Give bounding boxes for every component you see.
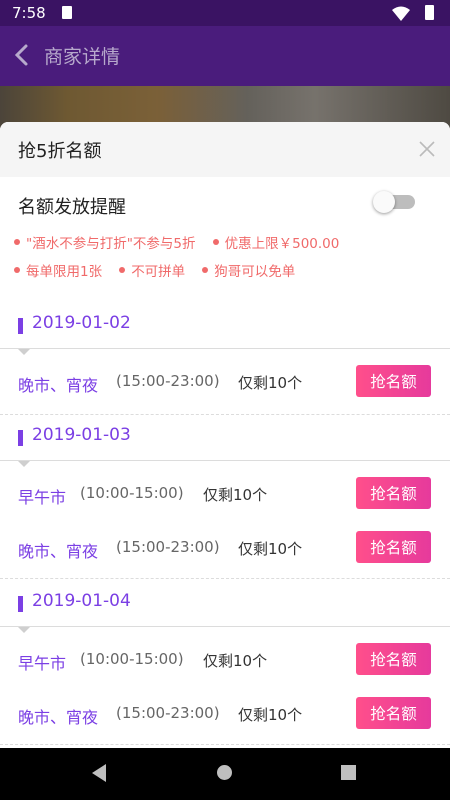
session-name: 晚市、宵夜 [18, 708, 99, 727]
caret-icon [18, 627, 30, 633]
close-icon[interactable] [418, 140, 436, 158]
caret-icon [18, 349, 30, 355]
app-bar: 商家详情 [0, 26, 450, 86]
session-time: (10:00-15:00) [80, 650, 184, 668]
rule-item: "酒水不参与打折"不参与5折 [14, 232, 196, 252]
reminder-row: 名额发放提醒 [0, 177, 450, 233]
date-marker [18, 596, 23, 612]
system-nav-bar [0, 748, 450, 800]
rule-item: 不可拼单 [119, 260, 185, 280]
divider [0, 460, 450, 461]
status-bar: 7:58 [0, 0, 450, 26]
nav-recents-icon[interactable] [341, 765, 356, 780]
back-icon[interactable] [10, 40, 34, 70]
sheet-title: 抢5折名额 [18, 141, 102, 162]
reminder-label: 名额发放提醒 [18, 197, 126, 218]
bullet-icon [14, 239, 20, 245]
rule-item: 每单限用1张 [14, 260, 102, 280]
date-header: 2019-01-02 [0, 308, 450, 348]
remaining-count: 仅剩10个 [238, 374, 303, 392]
grab-quota-button[interactable]: 抢名额 [356, 477, 431, 509]
session-name: 早午市 [18, 654, 67, 673]
divider [0, 348, 450, 349]
grab-quota-button[interactable]: 抢名额 [356, 365, 431, 397]
reminder-toggle[interactable] [373, 191, 415, 213]
date-header: 2019-01-03 [0, 420, 450, 460]
quota-sheet: 抢5折名额 名额发放提醒 "酒水不参与打折"不参与5折 优惠上限￥500.00 … [0, 122, 450, 748]
section-divider [0, 414, 450, 415]
rule-text: 优惠上限￥500.00 [224, 236, 340, 252]
rule-text: 每单限用1张 [26, 264, 103, 280]
section-divider [0, 578, 450, 579]
remaining-count: 仅剩10个 [203, 486, 268, 504]
remaining-count: 仅剩10个 [238, 540, 303, 558]
rules-list: "酒水不参与打折"不参与5折 优惠上限￥500.00 每单限用1张 不可拼单 狗… [14, 232, 444, 288]
session-name: 早午市 [18, 488, 67, 507]
nav-home-icon[interactable] [217, 765, 232, 780]
bullet-icon [119, 267, 126, 273]
day-section: 2019-01-02 晚市、宵夜 (15:00-23:00) 仅剩10个 抢名额 [0, 308, 450, 410]
date-label: 2019-01-03 [32, 425, 131, 445]
grab-quota-button[interactable]: 抢名额 [356, 643, 431, 675]
session-row: 晚市、宵夜 (15:00-23:00) 仅剩10个 抢名额 [0, 356, 450, 410]
session-time: (15:00-23:00) [116, 538, 220, 556]
session-row: 晚市、宵夜 (15:00-23:00) 仅剩10个 抢名额 [0, 688, 450, 742]
rule-text: 狗哥可以免单 [214, 264, 296, 280]
sd-card-icon [62, 6, 72, 19]
toggle-knob [373, 191, 395, 213]
page-title: 商家详情 [44, 46, 121, 68]
divider [0, 626, 450, 627]
session-name: 晚市、宵夜 [18, 542, 99, 561]
date-marker [18, 318, 23, 334]
date-header: 2019-01-04 [0, 586, 450, 626]
nav-back-icon[interactable] [92, 764, 106, 782]
session-name: 晚市、宵夜 [18, 376, 99, 395]
date-label: 2019-01-02 [32, 313, 131, 333]
wifi-icon [392, 6, 410, 21]
session-row: 晚市、宵夜 (15:00-23:00) 仅剩10个 抢名额 [0, 522, 450, 576]
bullet-icon [212, 239, 219, 245]
remaining-count: 仅剩10个 [203, 652, 268, 670]
remaining-count: 仅剩10个 [238, 706, 303, 724]
sheet-header: 抢5折名额 [0, 122, 450, 177]
status-time: 7:58 [12, 4, 46, 22]
day-section: 2019-01-04 早午市 (10:00-15:00) 仅剩10个 抢名额 晚… [0, 586, 450, 742]
battery-icon [425, 5, 434, 20]
grab-quota-button[interactable]: 抢名额 [356, 531, 431, 563]
bullet-icon [14, 267, 20, 273]
caret-icon [18, 461, 30, 467]
date-marker [18, 430, 23, 446]
session-row: 早午市 (10:00-15:00) 仅剩10个 抢名额 [0, 468, 450, 522]
section-divider [0, 744, 450, 745]
rule-text: "酒水不参与打折"不参与5折 [26, 236, 196, 252]
rule-item: 优惠上限￥500.00 [212, 232, 340, 252]
session-time: (10:00-15:00) [80, 484, 184, 502]
bullet-icon [202, 267, 209, 273]
day-section: 2019-01-03 早午市 (10:00-15:00) 仅剩10个 抢名额 晚… [0, 420, 450, 576]
rule-item: 狗哥可以免单 [202, 260, 295, 280]
rule-text: 不可拼单 [131, 264, 186, 280]
date-label: 2019-01-04 [32, 591, 131, 611]
session-time: (15:00-23:00) [116, 372, 220, 390]
grab-quota-button[interactable]: 抢名额 [356, 697, 431, 729]
session-row: 早午市 (10:00-15:00) 仅剩10个 抢名额 [0, 634, 450, 688]
session-time: (15:00-23:00) [116, 704, 220, 722]
